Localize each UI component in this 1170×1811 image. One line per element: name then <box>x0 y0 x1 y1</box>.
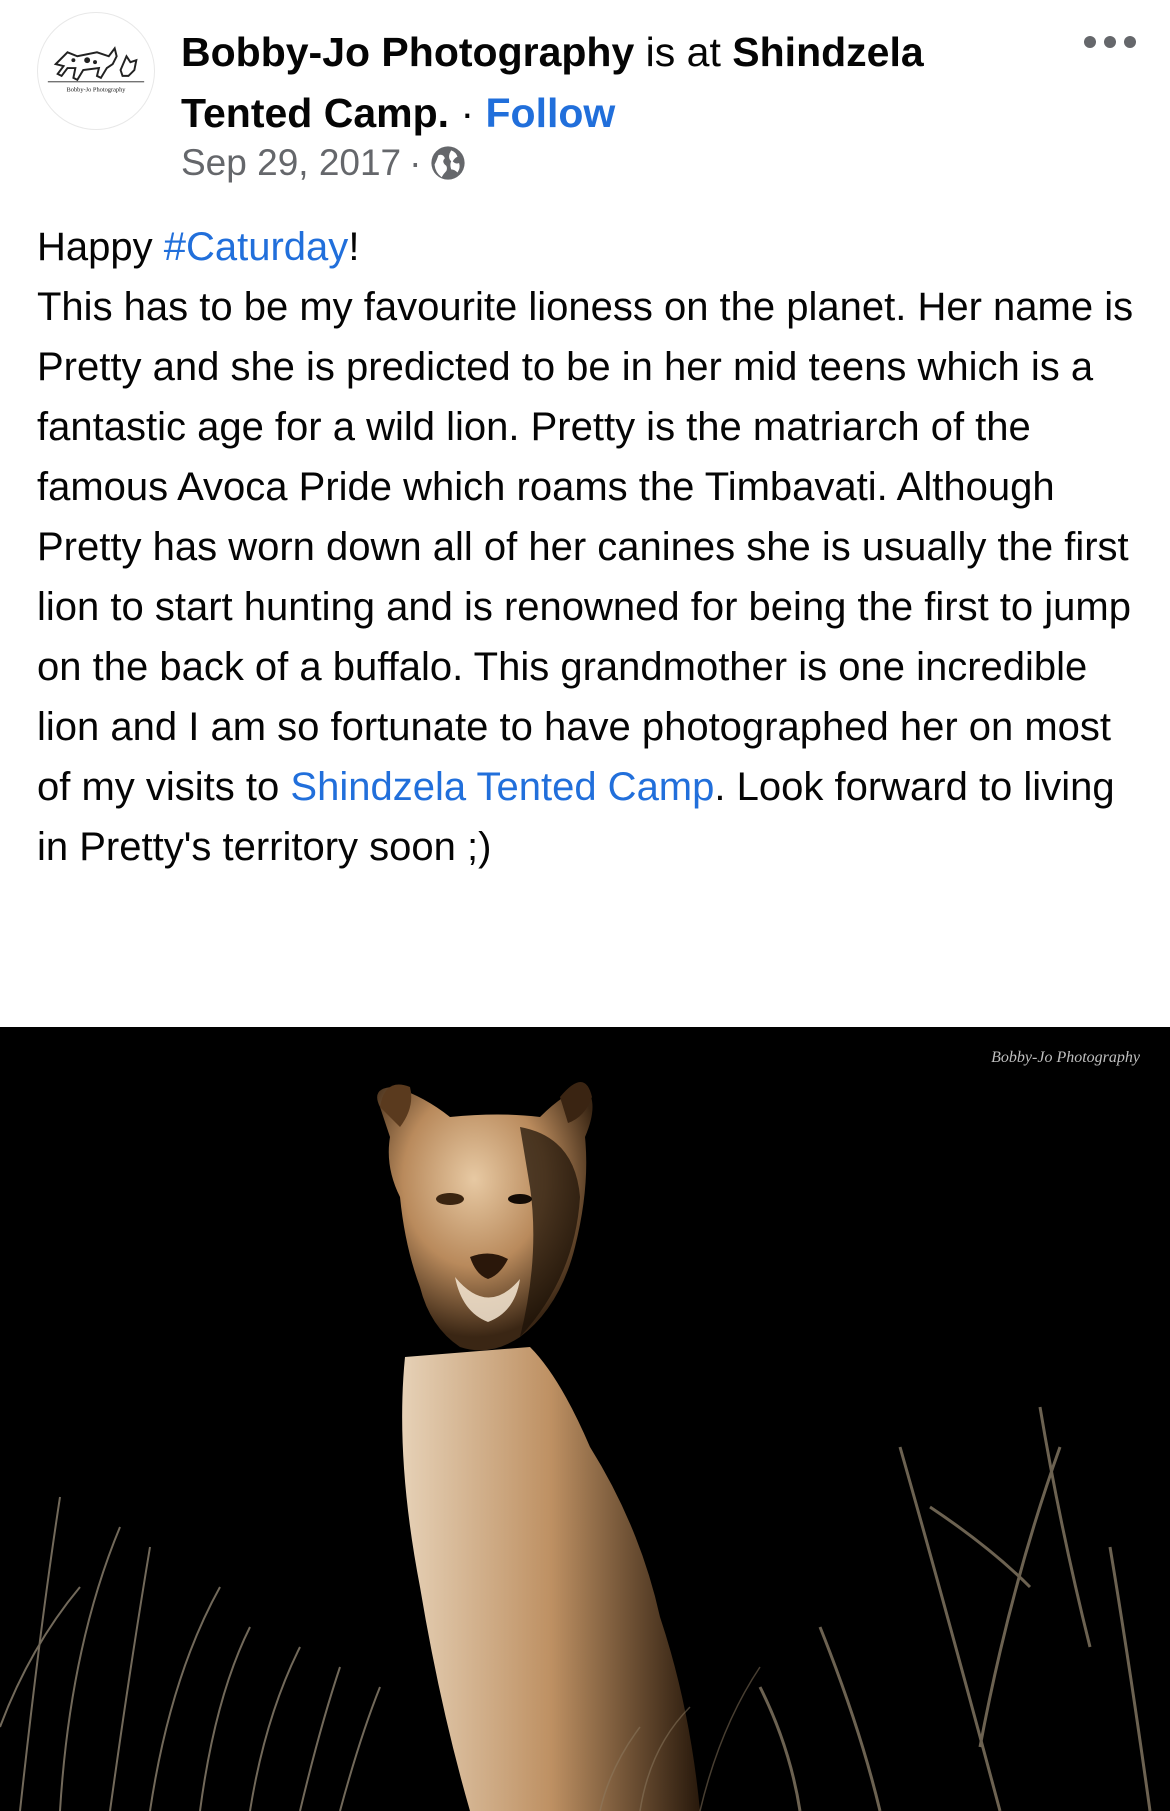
post-paragraph: This has to be my favourite lioness on t… <box>37 277 1137 877</box>
post-header: Bobby-Jo Photography Bobby-Jo Photograph… <box>0 0 1170 205</box>
svg-text:Bobby-Jo Photography: Bobby-Jo Photography <box>67 87 127 94</box>
paragraph-main: This has to be my favourite lioness on t… <box>37 285 1134 809</box>
follow-button[interactable]: Follow <box>486 90 616 136</box>
greeting-text: Happy <box>37 225 164 269</box>
header-separator: · <box>460 90 475 136</box>
post-meta: Sep 29, 2017 · <box>181 142 467 184</box>
lioness-photo: Bobby-Jo Photography <box>0 1027 1170 1811</box>
post-text: Happy #Caturday! This has to be my favou… <box>37 217 1137 877</box>
meta-separator: · <box>409 142 422 183</box>
author-avatar[interactable]: Bobby-Jo Photography <box>37 12 155 130</box>
greeting-suffix: ! <box>348 225 360 269</box>
more-options-icon[interactable] <box>1082 32 1138 52</box>
avatar-logo-icon: Bobby-Jo Photography <box>47 46 145 94</box>
post-first-line: Happy #Caturday! <box>37 217 1137 277</box>
is-at-text: is at <box>645 29 721 75</box>
camp-link[interactable]: Shindzela Tented Camp <box>290 765 714 809</box>
post-photo[interactable]: Bobby-Jo Photography <box>0 1027 1170 1811</box>
hashtag-link[interactable]: #Caturday <box>164 225 349 269</box>
globe-icon <box>431 146 466 180</box>
photo-watermark: Bobby-Jo Photography <box>991 1049 1141 1066</box>
author-name[interactable]: Bobby-Jo Photography <box>181 29 634 75</box>
post-date[interactable]: Sep 29, 2017 <box>181 142 401 184</box>
post-author-line: Bobby-Jo Photography is at Shindzela Ten… <box>181 22 1061 144</box>
